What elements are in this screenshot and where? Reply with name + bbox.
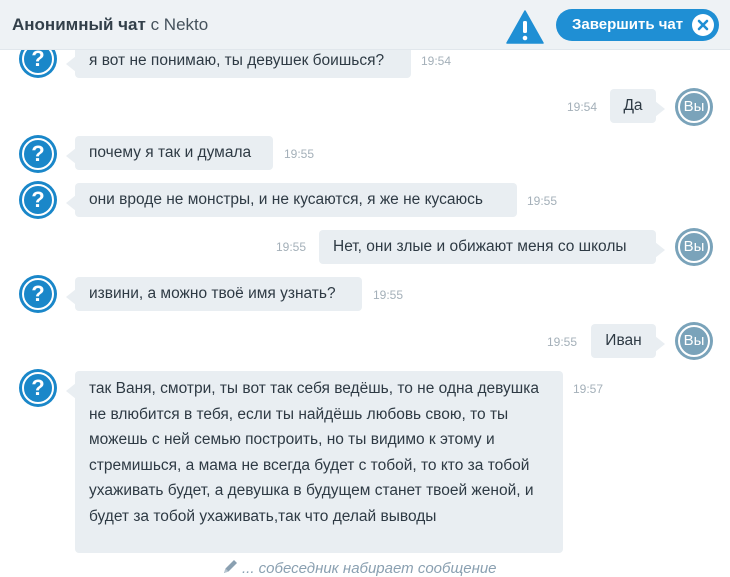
- message-time: 19:54: [567, 100, 598, 114]
- chat-header: Анонимный чат с Nekto Завершить чат: [0, 0, 730, 50]
- message-bubble-me: Нет, они злые и обижают меня со школы: [319, 230, 665, 264]
- message-list[interactable]: ? я вот не понимаю, ты девушек боишься? …: [0, 50, 730, 555]
- message-bubble-stranger: так Ваня, смотри, ты вот так себя ведёшь…: [66, 371, 563, 553]
- message-text: Иван: [605, 332, 642, 349]
- typing-text: ... собеседник набирает сообщение: [242, 560, 497, 577]
- message-bubble-stranger: я вот не понимаю, ты девушек боишься?: [66, 50, 411, 78]
- message-bubble-stranger: извини, а можно твоё имя узнать?: [66, 277, 362, 311]
- message-time: 19:55: [373, 288, 404, 302]
- chat-title: Анонимный чат с Nekto: [12, 15, 208, 35]
- message-text: они вроде не монстры, и не кусаются, я ж…: [89, 191, 483, 208]
- message-bubble-me: Иван: [591, 324, 665, 358]
- message-text: так Ваня, смотри, ты вот так себя ведёшь…: [89, 380, 539, 525]
- my-avatar: Вы: [675, 322, 713, 360]
- end-chat-button[interactable]: Завершить чат: [556, 9, 719, 41]
- message-time: 19:55: [276, 240, 307, 254]
- end-chat-label: Завершить чат: [572, 16, 684, 33]
- message-time: 19:57: [573, 382, 604, 396]
- typing-indicator: ... собеседник набирает сообщение: [222, 559, 497, 577]
- message-text: я вот не понимаю, ты девушек боишься?: [89, 52, 385, 69]
- stranger-avatar: ?: [19, 135, 57, 173]
- message-text: извини, а можно твоё имя узнать?: [89, 285, 336, 302]
- stranger-avatar: ?: [19, 275, 57, 313]
- stranger-avatar: ?: [19, 50, 57, 78]
- message-time: 19:54: [421, 54, 452, 68]
- message-bubble-stranger: почему я так и думала: [66, 136, 273, 170]
- message-time: 19:55: [284, 147, 315, 161]
- message-time: 19:55: [547, 335, 578, 349]
- message-bubble-me: Да: [610, 89, 665, 123]
- close-icon: [692, 14, 714, 36]
- message-bubble-stranger: они вроде не монстры, и не кусаются, я ж…: [66, 183, 517, 217]
- chat-title-rest: с Nekto: [150, 15, 209, 34]
- my-avatar: Вы: [675, 88, 713, 126]
- message-text: Нет, они злые и обижают меня со школы: [333, 238, 627, 255]
- report-warning-icon[interactable]: [506, 10, 544, 44]
- stranger-avatar: ?: [19, 181, 57, 219]
- chat-title-strong: Анонимный чат: [12, 15, 146, 34]
- message-text: почему я так и думала: [89, 144, 252, 161]
- stranger-avatar: ?: [19, 369, 57, 407]
- message-text: Да: [623, 97, 643, 114]
- pencil-icon: [224, 560, 237, 573]
- my-avatar: Вы: [675, 228, 713, 266]
- message-time: 19:55: [527, 194, 558, 208]
